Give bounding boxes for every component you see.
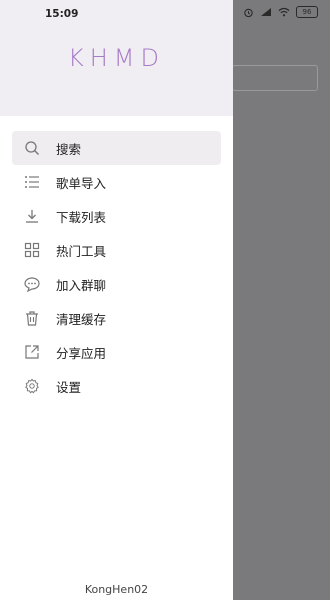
gear-icon: [24, 378, 40, 394]
background-search-box: [232, 65, 318, 91]
search-icon: [24, 140, 40, 156]
status-icons: 96: [242, 6, 318, 18]
menu-item-label: 设置: [56, 379, 82, 395]
menu-item-playlist-import[interactable]: 歌单导入: [12, 165, 221, 199]
download-icon: [24, 208, 40, 224]
menu-item-hot-tools[interactable]: 热门工具: [12, 233, 221, 267]
status-time: 15:09: [45, 8, 79, 20]
navigation-drawer: 15:09 KHMD 搜索 歌单导入 下载列表 热门工具 加入群聊 清理缓存 分…: [0, 0, 233, 600]
grid-icon: [24, 242, 40, 258]
alarm-icon: [242, 7, 254, 17]
brand-title: KHMD: [68, 44, 165, 72]
chat-bubble-icon: [24, 276, 40, 292]
menu-item-join-group[interactable]: 加入群聊: [12, 267, 221, 301]
menu-item-download-list[interactable]: 下载列表: [12, 199, 221, 233]
menu-item-label: 搜索: [56, 141, 82, 157]
wifi-icon: [278, 7, 290, 17]
menu-item-label: 清理缓存: [56, 311, 107, 327]
battery-indicator: 96: [296, 6, 318, 18]
menu-item-share-app[interactable]: 分享应用: [12, 335, 221, 369]
menu-item-label: 热门工具: [56, 243, 107, 259]
share-icon: [24, 344, 40, 360]
signal-x-icon: [260, 7, 272, 17]
menu-item-label: 下载列表: [56, 209, 107, 225]
menu-item-clear-cache[interactable]: 清理缓存: [12, 301, 221, 335]
drawer-header: 15:09 KHMD: [0, 0, 233, 116]
trash-icon: [24, 310, 40, 326]
menu-item-search[interactable]: 搜索: [12, 131, 221, 165]
drawer-footer-author: KongHen02: [84, 583, 149, 596]
menu-item-label: 歌单导入: [56, 175, 107, 191]
menu-item-label: 加入群聊: [56, 277, 107, 293]
list-icon: [24, 174, 40, 190]
menu-item-label: 分享应用: [56, 345, 107, 361]
menu-item-settings[interactable]: 设置: [12, 369, 221, 403]
drawer-menu: 搜索 歌单导入 下载列表 热门工具 加入群聊 清理缓存 分享应用 设置: [0, 131, 233, 403]
